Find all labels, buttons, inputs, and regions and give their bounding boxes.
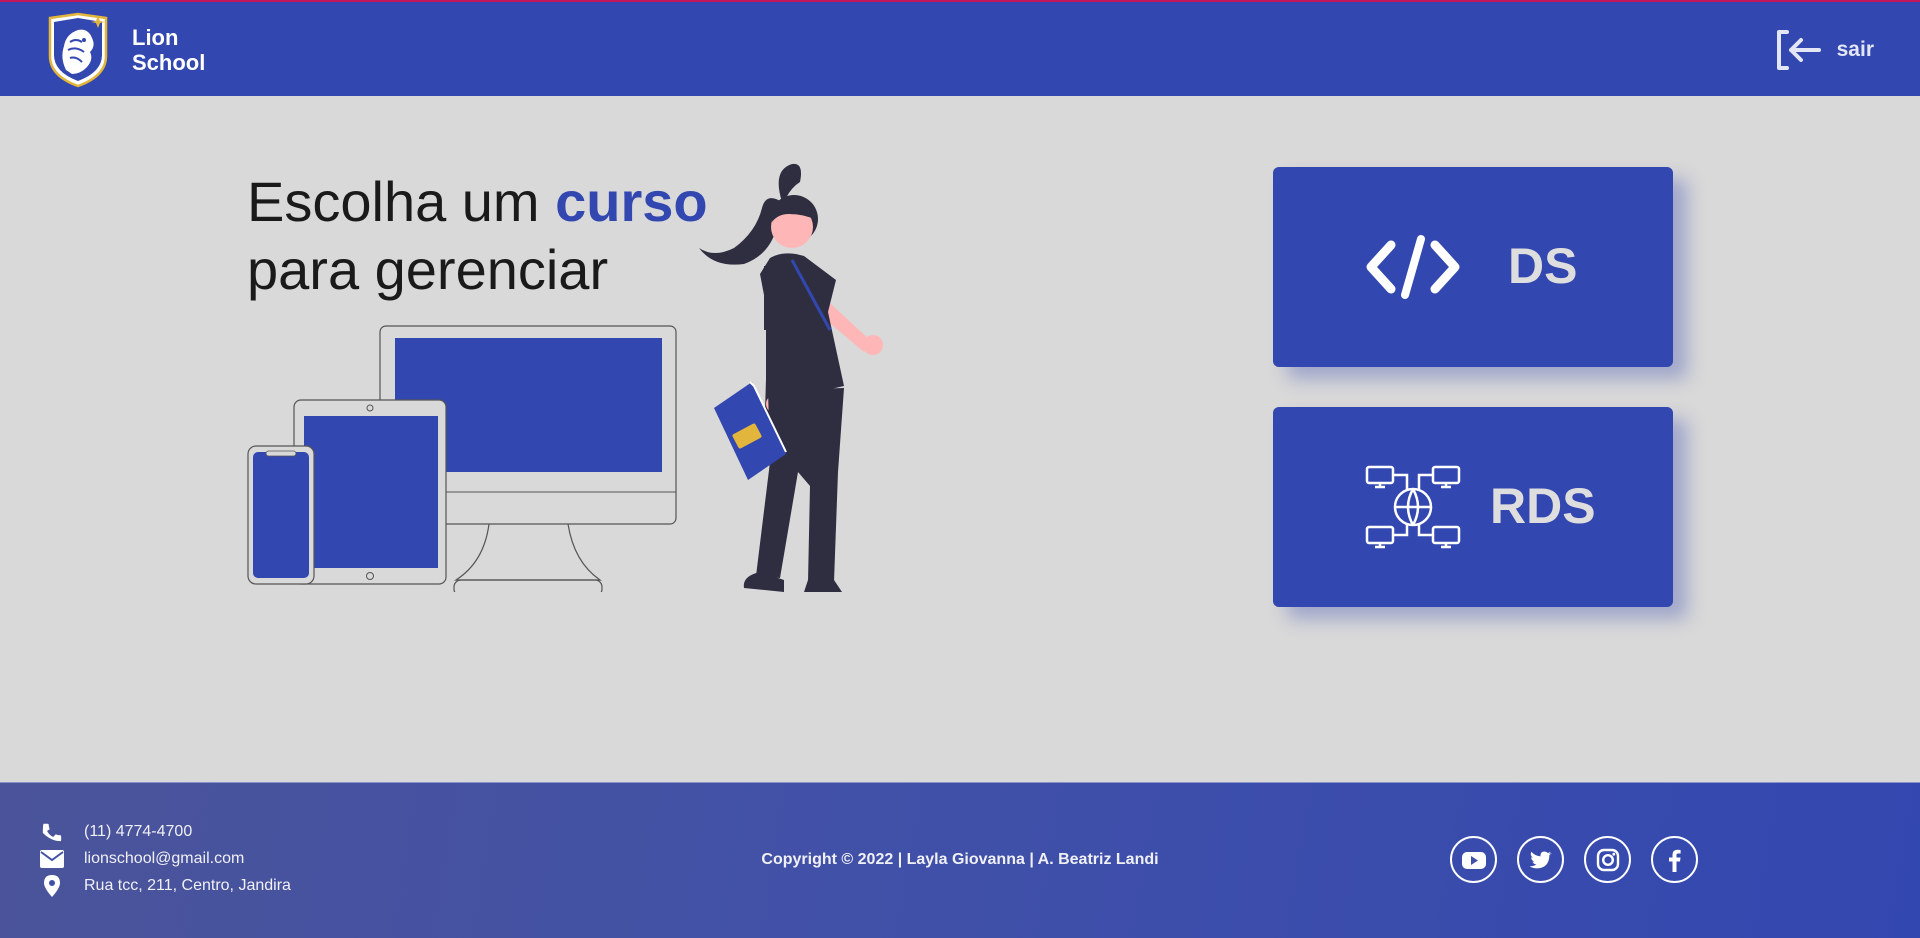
brand-name-line2: School	[132, 50, 206, 75]
course-card-rds[interactable]: RDS	[1273, 407, 1673, 607]
brand-name: Lion School	[132, 25, 205, 75]
instagram-icon	[1596, 848, 1619, 871]
course-card-ds[interactable]: DS	[1273, 167, 1673, 367]
facebook-link[interactable]	[1651, 836, 1698, 883]
location-pin-icon	[40, 875, 64, 897]
page-headline: Escolha um curso para gerenciar	[247, 168, 708, 304]
main-content: Escolha um curso para gerenciar DS RDS	[0, 96, 1920, 782]
instagram-link[interactable]	[1584, 836, 1631, 883]
headline-text: Escolha um	[247, 170, 556, 233]
copyright-label: Copyright © 2022 | Layla Giovanna | A. B…	[761, 851, 1159, 868]
logout-button[interactable]: sair	[1775, 28, 1874, 72]
code-icon	[1366, 235, 1460, 299]
tablet-illustration	[293, 399, 447, 585]
phone-icon	[40, 821, 64, 843]
footer: (11) 4774-4700 lionschool@gmail.com Rua …	[0, 782, 1920, 938]
headline-accent: curso	[555, 170, 708, 233]
course-label-ds: DS	[1508, 238, 1578, 294]
logout-arrow-icon	[1776, 30, 1821, 70]
top-navbar: Lion School sair	[0, 0, 1920, 96]
phone-illustration	[247, 445, 315, 585]
lion-shield-logo-icon	[48, 12, 108, 88]
brand-name-line1: Lion	[132, 25, 179, 50]
contact-address-text: Rua tcc, 211, Centro, Jandira	[84, 877, 291, 894]
brand[interactable]: Lion School	[46, 12, 205, 88]
youtube-icon	[1461, 851, 1486, 869]
course-label-rds: RDS	[1490, 478, 1596, 534]
youtube-link[interactable]	[1450, 836, 1497, 883]
headline-subtext: para gerenciar	[247, 238, 609, 301]
social-links	[1450, 836, 1698, 883]
contact-address: Rua tcc, 211, Centro, Jandira	[40, 875, 291, 897]
logout-label: sair	[1836, 38, 1874, 61]
network-globe-icon	[1365, 465, 1461, 549]
student-woman-illustration	[699, 163, 883, 592]
contact-phone: (11) 4774-4700	[40, 821, 192, 843]
twitter-icon	[1529, 851, 1552, 868]
contact-phone-text: (11) 4774-4700	[84, 823, 193, 840]
twitter-link[interactable]	[1517, 836, 1564, 883]
facebook-icon	[1668, 849, 1681, 872]
